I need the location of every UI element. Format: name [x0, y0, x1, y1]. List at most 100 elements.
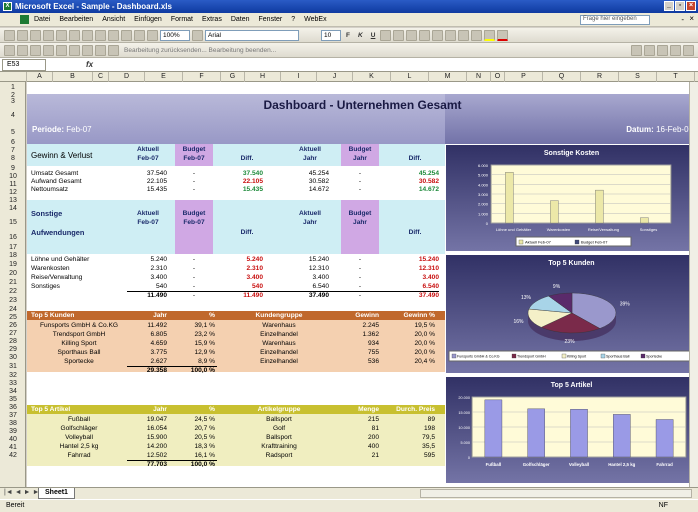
row-header-26[interactable]: 26: [0, 322, 26, 330]
web-icon[interactable]: [4, 44, 15, 56]
row-header-29[interactable]: 29: [0, 346, 26, 354]
menu-item[interactable]: Ansicht: [102, 16, 125, 23]
row-header-41[interactable]: 41: [0, 444, 26, 452]
row-header-4[interactable]: 4: [0, 112, 26, 120]
menu-item[interactable]: Format: [171, 16, 193, 23]
row-header-30[interactable]: 30: [0, 354, 26, 362]
row-header-42[interactable]: 42: [0, 452, 26, 460]
cut-icon[interactable]: [95, 29, 106, 41]
row-header-38[interactable]: 38: [0, 420, 26, 428]
help-icon[interactable]: [192, 29, 203, 41]
font-select[interactable]: Arial: [205, 29, 299, 41]
comment-icon[interactable]: [82, 44, 93, 56]
row-header-13[interactable]: 13: [0, 197, 26, 205]
review-label[interactable]: Bearbeitung zurücksenden... Bearbeitung …: [121, 47, 279, 54]
formula-input[interactable]: [99, 59, 698, 71]
column-header-T[interactable]: T: [657, 72, 695, 82]
column-header-A[interactable]: A: [27, 72, 53, 82]
row-header-15[interactable]: 15: [0, 219, 26, 227]
paste-icon[interactable]: [121, 29, 132, 41]
column-header-R[interactable]: R: [581, 72, 619, 82]
row-header-37[interactable]: 37: [0, 412, 26, 420]
column-header-S[interactable]: S: [619, 72, 657, 82]
column-header-E[interactable]: E: [145, 72, 183, 82]
menu-item[interactable]: ?: [291, 16, 295, 23]
name-box[interactable]: E53: [2, 58, 46, 71]
column-header-C[interactable]: C: [93, 72, 109, 82]
permission-icon[interactable]: [43, 29, 54, 41]
menu-item[interactable]: Bearbeiten: [59, 16, 93, 23]
percent-icon[interactable]: [445, 29, 457, 41]
row-header-8[interactable]: 8: [0, 155, 26, 163]
row-header-12[interactable]: 12: [0, 189, 26, 197]
worksheet[interactable]: Dashboard - Unternehmen Gesamt Periode: …: [27, 82, 698, 487]
row-header-28[interactable]: 28: [0, 338, 26, 346]
row-header-31[interactable]: 31: [0, 363, 26, 371]
column-header-H[interactable]: H: [245, 72, 281, 82]
autosum-icon[interactable]: [147, 29, 158, 41]
save-icon[interactable]: [30, 29, 41, 41]
row-header-14[interactable]: 14: [0, 205, 26, 213]
menu-item[interactable]: WebEx: [304, 16, 326, 23]
row-header-17[interactable]: 17: [0, 244, 26, 252]
merge-center-icon[interactable]: [419, 29, 431, 41]
column-header-G[interactable]: G: [221, 72, 245, 82]
row-header-33[interactable]: 33: [0, 380, 26, 388]
doc-minimize-button[interactable]: -: [681, 15, 684, 24]
mail-icon[interactable]: [17, 44, 28, 56]
row-header-1[interactable]: 1: [0, 84, 26, 92]
menu-item[interactable]: Einfügen: [134, 16, 162, 23]
row-header-18[interactable]: 18: [0, 252, 26, 260]
function-icon[interactable]: [683, 44, 694, 56]
spelling-icon[interactable]: [82, 29, 93, 41]
select-all-corner[interactable]: [0, 72, 27, 82]
row-header-40[interactable]: 40: [0, 436, 26, 444]
column-header-Q[interactable]: Q: [543, 72, 581, 82]
stop-icon[interactable]: [69, 44, 80, 56]
restore-button[interactable]: ▫: [675, 1, 685, 11]
align-center-icon[interactable]: [393, 29, 405, 41]
vertical-scrollbar[interactable]: [689, 82, 698, 487]
borders-icon[interactable]: [471, 29, 483, 41]
chart-top5-kunden[interactable]: Top 5 Kunden 39% 23% 16% 13% 9% Funsports Gmb…: [445, 254, 698, 374]
font-color-icon[interactable]: [497, 29, 509, 41]
help-search-input[interactable]: Frage hier eingeben: [580, 15, 650, 25]
column-header-P[interactable]: P: [505, 72, 543, 82]
chart-icon[interactable]: [644, 44, 655, 56]
row-header-7[interactable]: 7: [0, 147, 26, 155]
row-header-11[interactable]: 11: [0, 181, 26, 189]
fill-color-icon[interactable]: [484, 29, 496, 41]
zoom-select[interactable]: 100%: [160, 29, 190, 41]
row-header-19[interactable]: 19: [0, 261, 26, 269]
row-header-32[interactable]: 32: [0, 372, 26, 380]
align-right-icon[interactable]: [406, 29, 418, 41]
minimize-button[interactable]: _: [664, 1, 674, 11]
new-icon[interactable]: [4, 29, 15, 41]
currency-icon[interactable]: [432, 29, 444, 41]
row-header-25[interactable]: 25: [0, 314, 26, 322]
track-icon[interactable]: [95, 44, 106, 56]
column-header-B[interactable]: B: [53, 72, 93, 82]
column-header-N[interactable]: N: [467, 72, 491, 82]
accept-icon[interactable]: [108, 44, 119, 56]
align-left-icon[interactable]: [380, 29, 392, 41]
column-header-F[interactable]: F: [183, 72, 221, 82]
column-header-K[interactable]: K: [353, 72, 391, 82]
row-header-27[interactable]: 27: [0, 330, 26, 338]
refresh-icon[interactable]: [56, 44, 67, 56]
column-header-I[interactable]: I: [281, 72, 317, 82]
row-header-6[interactable]: 6: [0, 139, 26, 147]
row-header-39[interactable]: 39: [0, 428, 26, 436]
bold-button[interactable]: F: [343, 32, 353, 39]
row-header-10[interactable]: 10: [0, 173, 26, 181]
menu-item[interactable]: Daten: [231, 16, 250, 23]
row-header-3[interactable]: 3: [0, 98, 26, 106]
tab-sheet1[interactable]: Sheet1: [38, 488, 75, 499]
forward-icon[interactable]: [43, 44, 54, 56]
horizontal-scrollbar[interactable]: [420, 489, 692, 498]
row-header-9[interactable]: 9: [0, 165, 26, 173]
chart-sonstige-kosten[interactable]: Sonstige Kosten 6.000 5.000 4.000 3.000 2.00…: [445, 144, 698, 252]
menu-item[interactable]: Fenster: [259, 16, 283, 23]
open-icon[interactable]: [17, 29, 28, 41]
font-size-select[interactable]: 10: [321, 29, 341, 41]
